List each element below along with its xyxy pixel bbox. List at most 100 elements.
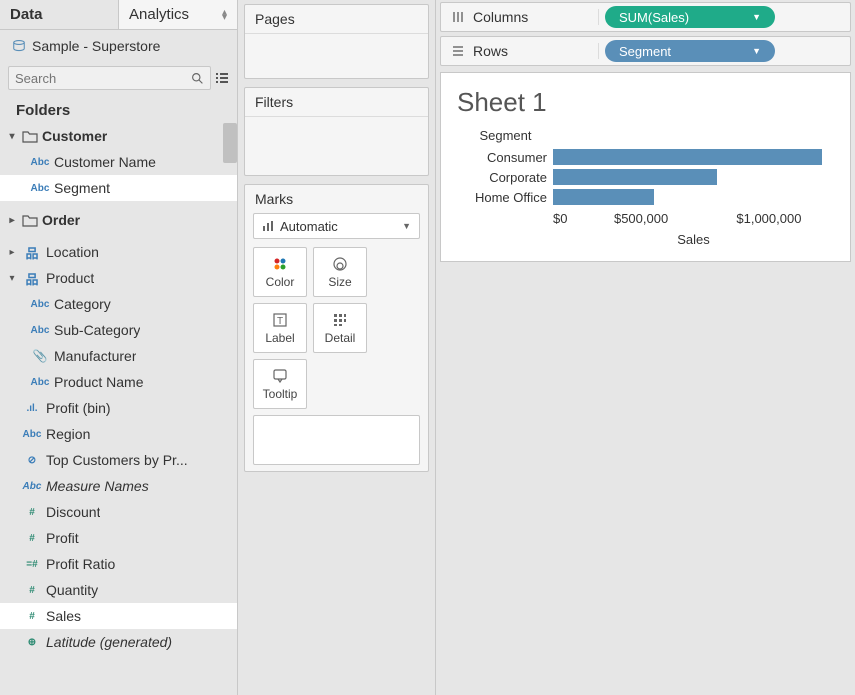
field-profit-bin[interactable]: .ıl. Profit (bin) [0, 395, 237, 421]
folder-icon [22, 129, 38, 143]
rows-icon [451, 44, 465, 58]
text-icon: Abc [22, 481, 42, 492]
field-label: Segment [54, 180, 110, 196]
hierarchy-icon: 品 [22, 243, 42, 262]
bar[interactable] [553, 169, 717, 185]
marks-detail-button[interactable]: Detail [313, 303, 367, 353]
pill-sum-sales[interactable]: SUM(Sales) ▼ [605, 6, 775, 28]
field-segment[interactable]: Abc Segment [0, 175, 237, 201]
folder-label: Customer [42, 128, 107, 144]
pages-shelf[interactable]: Pages [244, 4, 429, 79]
chevron-down-icon[interactable]: ▼ [752, 46, 761, 56]
marks-drop-area[interactable] [253, 415, 420, 465]
field-latitude[interactable]: ⊕ Latitude (generated) [0, 629, 237, 655]
canvas-rest [436, 266, 855, 695]
axis-tick: $1,000,000 [736, 211, 801, 226]
rows-label: Rows [473, 43, 508, 59]
pill-label: Segment [619, 44, 671, 59]
field-sales[interactable]: # Sales [0, 603, 237, 629]
bar-row[interactable]: Corporate [457, 167, 834, 187]
search-box[interactable] [8, 66, 211, 90]
bar-icon [262, 220, 274, 232]
marks-title: Marks [245, 185, 428, 213]
worksheet-canvas[interactable]: Sheet 1 Segment ConsumerCorporateHome Of… [440, 72, 851, 262]
tab-analytics-label: Analytics [129, 6, 189, 23]
detail-icon [332, 311, 348, 329]
field-tree: ▾ Customer Abc Customer Name Abc Segment… [0, 123, 237, 695]
field-profit[interactable]: # Profit [0, 525, 237, 551]
marks-tooltip-button[interactable]: Tooltip [253, 359, 307, 409]
bar-label: Home Office [457, 190, 553, 205]
text-icon: Abc [30, 157, 50, 168]
tab-data[interactable]: Data [0, 0, 119, 29]
tab-analytics[interactable]: Analytics ▴▾ [119, 0, 237, 29]
bar[interactable] [553, 189, 654, 205]
hierarchy-product[interactable]: ▾ 品 Product [0, 265, 237, 291]
field-category[interactable]: Abc Category [0, 291, 237, 317]
hierarchy-location[interactable]: ▸ 品 Location [0, 239, 237, 265]
bar[interactable] [553, 149, 822, 165]
folder-customer[interactable]: ▾ Customer [0, 123, 237, 149]
number-icon: # [22, 611, 42, 622]
search-input[interactable] [15, 71, 191, 86]
marks-type-select[interactable]: Automatic ▼ [253, 213, 420, 239]
marks-card: Marks Automatic ▼ Color [244, 184, 429, 472]
color-icon [272, 255, 288, 273]
pill-segment[interactable]: Segment ▼ [605, 40, 775, 62]
marks-label-button[interactable]: T Label [253, 303, 307, 353]
datasource-row[interactable]: Sample - Superstore [0, 30, 237, 62]
field-label: Product Name [54, 374, 143, 390]
field-top-customers[interactable]: ⊘ Top Customers by Pr... [0, 447, 237, 473]
chevron-down-icon[interactable]: ▼ [752, 12, 761, 22]
number-icon: # [22, 533, 42, 544]
chevron-right-icon: ▸ [6, 247, 18, 258]
x-axis-title[interactable]: Sales [553, 232, 834, 247]
tooltip-icon [272, 367, 288, 385]
scrollbar-thumb[interactable] [223, 123, 237, 163]
globe-icon: ⊕ [22, 637, 42, 648]
calc-number-icon: =# [22, 559, 42, 570]
marks-color-button[interactable]: Color [253, 247, 307, 297]
number-icon: # [22, 507, 42, 518]
folder-label: Order [42, 212, 80, 228]
field-label: Profit [46, 530, 79, 546]
rows-shelf[interactable]: Rows Segment ▼ [440, 36, 851, 66]
field-label: Category [54, 296, 111, 312]
field-discount[interactable]: # Discount [0, 499, 237, 525]
columns-shelf[interactable]: Columns SUM(Sales) ▼ [440, 2, 851, 32]
axis-tick: $500,000 [614, 211, 668, 226]
pill-label: SUM(Sales) [619, 10, 689, 25]
field-measure-names[interactable]: Abc Measure Names [0, 473, 237, 499]
datasource-icon [12, 39, 26, 53]
field-customer-name[interactable]: Abc Customer Name [0, 149, 237, 175]
x-axis[interactable]: $0 $500,000 $1,000,000 [553, 211, 834, 226]
marks-size-button[interactable]: Size [313, 247, 367, 297]
bar-row[interactable]: Home Office [457, 187, 834, 207]
data-pane-tabs: Data Analytics ▴▾ [0, 0, 237, 30]
bar-row[interactable]: Consumer [457, 147, 834, 167]
text-icon: Abc [30, 377, 50, 388]
field-label: Discount [46, 504, 100, 520]
field-profit-ratio[interactable]: =# Profit Ratio [0, 551, 237, 577]
view-area: Columns SUM(Sales) ▼ Rows Segment ▼ [436, 0, 855, 695]
field-sub-category[interactable]: Abc Sub-Category [0, 317, 237, 343]
size-icon [331, 255, 349, 273]
bar-rows: ConsumerCorporate Home Office [457, 147, 834, 207]
view-list-icon[interactable] [215, 69, 229, 87]
field-quantity[interactable]: # Quantity [0, 577, 237, 603]
field-label: Quantity [46, 582, 98, 598]
label-icon: T [272, 311, 288, 329]
filters-body[interactable] [245, 117, 428, 175]
text-icon: Abc [30, 325, 50, 336]
marks-type-label: Automatic [280, 219, 338, 234]
field-product-name[interactable]: Abc Product Name [0, 369, 237, 395]
number-icon: # [22, 585, 42, 596]
axis-tick: $0 [553, 211, 567, 226]
sheet-title[interactable]: Sheet 1 [457, 87, 834, 118]
pages-body[interactable] [245, 34, 428, 78]
chevron-down-icon: ▼ [402, 221, 411, 231]
chevron-down-icon: ▾ [6, 131, 18, 142]
folder-order[interactable]: ▸ Order [0, 207, 237, 233]
field-manufacturer[interactable]: 📎 Manufacturer [0, 343, 237, 369]
field-region[interactable]: Abc Region [0, 421, 237, 447]
